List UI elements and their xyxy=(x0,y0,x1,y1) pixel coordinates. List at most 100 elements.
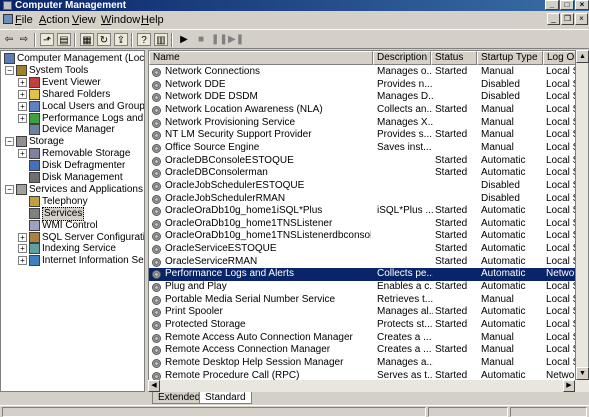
child-close-button[interactable]: × xyxy=(575,13,588,25)
properties-icon[interactable]: ▦ xyxy=(80,33,94,46)
table-row[interactable]: Network Location Awareness (NLA) Collects… xyxy=(149,104,588,117)
iis-icon xyxy=(29,255,40,267)
table-row[interactable]: OracleJobSchedulerRMAN Disabled Local Sys xyxy=(149,193,588,206)
menu-accelerator: H xyxy=(141,14,149,26)
status-pane xyxy=(510,407,587,417)
column-header-startup-type[interactable]: Startup Type xyxy=(477,51,543,65)
child-minimize-button[interactable]: _ xyxy=(547,13,560,25)
table-row[interactable]: Plug and Play Enables a c... Started Automa… xyxy=(149,281,588,294)
title-bar[interactable]: Computer Management _ □ × xyxy=(0,0,589,11)
expand-icon[interactable]: + xyxy=(18,256,27,266)
table-row[interactable]: OracleServiceESTOQUE Started Automatic Loca… xyxy=(149,243,588,256)
menu-action[interactable]: Action xyxy=(39,14,70,26)
menu-help[interactable]: Help xyxy=(141,14,164,26)
table-row[interactable]: OracleServiceRMAN Started Automatic Local S… xyxy=(149,256,588,269)
tree-item-services[interactable]: Services xyxy=(1,206,144,221)
expand-icon[interactable]: + xyxy=(18,113,27,123)
tree-item-shared-folders[interactable]: + Shared Folders xyxy=(1,88,144,101)
status-bar xyxy=(0,405,589,417)
service-gear-icon xyxy=(152,283,161,293)
tree-item-internet-information-service[interactable]: + Internet Information Service xyxy=(1,255,144,267)
horizontal-scrollbar[interactable]: ◀ ▶ xyxy=(148,380,589,392)
table-row[interactable]: OracleJobSchedulerESTOQUE Disabled Local S… xyxy=(149,180,588,193)
expand-icon[interactable]: + xyxy=(18,232,27,242)
help-icon[interactable]: ? xyxy=(137,33,151,46)
view-icon[interactable]: ▥ xyxy=(154,33,168,46)
tree-item-event-viewer[interactable]: + Event Viewer xyxy=(1,76,144,89)
tree-item-disk-defragmenter[interactable]: Disk Defragmenter xyxy=(1,160,144,172)
collapse-icon[interactable]: − xyxy=(5,137,14,147)
tree-item-label: Device Manager xyxy=(42,124,115,136)
scroll-right-arrow-icon[interactable]: ▶ xyxy=(563,380,575,392)
table-row[interactable]: Network DDE DSDM Manages D... Disabled Loca… xyxy=(149,91,588,104)
table-row[interactable]: OracleDBConsoleESTOQUE Started Automatic Lo… xyxy=(149,155,588,168)
tree-item-local-users-and-groups[interactable]: + Local Users and Groups xyxy=(1,100,144,113)
scroll-left-arrow-icon[interactable]: ◀ xyxy=(148,380,160,392)
stop-service-icon[interactable]: ■ xyxy=(194,33,208,46)
pause-service-icon[interactable]: ❚❚ xyxy=(211,33,228,46)
window-title: Computer Management xyxy=(15,0,127,11)
tree-item-label: SQL Server Configuration M xyxy=(42,231,145,243)
tree-item-performance-logs-and-alerts[interactable]: + Performance Logs and Alerts xyxy=(1,112,144,125)
column-header-name[interactable]: Name xyxy=(149,51,373,65)
expand-icon[interactable]: + xyxy=(18,77,27,87)
tree-item-sql-server-configuration-m[interactable]: + SQL Server Configuration M xyxy=(1,231,145,244)
table-row[interactable]: OracleOraDb10g_home1iSQL*Plus iSQL*Plus .… xyxy=(149,205,588,218)
expand-icon[interactable]: + xyxy=(18,101,27,111)
tree-item-disk-management[interactable]: Disk Management xyxy=(1,172,144,184)
table-row[interactable]: Performance Logs and Alerts Collects pe..… xyxy=(149,268,588,281)
tree-item-device-manager[interactable]: Device Manager xyxy=(1,124,144,136)
vertical-scrollbar[interactable]: ▲ ▼ xyxy=(575,50,589,380)
service-startup-type: Manual xyxy=(481,331,514,343)
maximize-window-button[interactable]: □ xyxy=(560,0,574,10)
table-row[interactable]: NT LM Security Support Provider Provides … xyxy=(149,129,588,142)
table-row[interactable]: Network Connections Manages o... Started Ma… xyxy=(149,66,588,79)
scroll-up-arrow-icon[interactable]: ▲ xyxy=(576,50,589,63)
tree-item-system-tools[interactable]: − System Tools xyxy=(1,64,144,77)
table-row[interactable]: Remote Access Connection Manager Creates … xyxy=(149,344,588,357)
minimize-window-button[interactable]: _ xyxy=(545,0,559,10)
column-header-description[interactable]: Description xyxy=(373,51,431,65)
start-service-icon[interactable]: ▶ xyxy=(177,33,191,46)
table-row[interactable]: OracleOraDb10g_home1TNSListener Started Au… xyxy=(149,218,588,231)
menu-view[interactable]: View xyxy=(72,14,96,26)
tree-item-services-and-applications[interactable]: − Services and Applications xyxy=(1,183,144,196)
table-row[interactable]: Network Provisioning Service Manages X...… xyxy=(149,117,588,130)
collapse-icon[interactable]: − xyxy=(5,65,14,75)
menu-file[interactable]: File xyxy=(15,14,33,26)
table-row[interactable]: Remote Access Auto Connection Manager Cre… xyxy=(149,331,588,345)
menu-bar: File Action View Window Help _ ❐ × xyxy=(0,11,589,29)
up-level-icon[interactable]: ⬏ xyxy=(40,33,54,46)
tab-standard[interactable]: Standard xyxy=(199,392,252,404)
collapse-icon[interactable]: − xyxy=(5,184,14,194)
table-row[interactable]: Network DDE Provides n... Disabled Local Sy… xyxy=(149,79,588,92)
forward-arrow-icon[interactable]: ⇨ xyxy=(17,33,31,46)
table-row[interactable]: OracleDBConsolerman Started Automatic Local… xyxy=(149,167,588,180)
show-hide-tree-icon[interactable]: ▤ xyxy=(57,33,71,46)
tree-item-computer-management-local[interactable]: Computer Management (Local) xyxy=(1,53,144,65)
back-arrow-icon[interactable]: ⇦ xyxy=(2,33,16,46)
scroll-down-arrow-icon[interactable]: ▼ xyxy=(576,367,589,380)
table-row[interactable]: Portable Media Serial Number Service Retr… xyxy=(149,294,588,307)
expand-icon[interactable]: + xyxy=(18,149,27,159)
table-row[interactable]: OracleOraDb10g_home1TNSListenerdbconsole… xyxy=(149,230,588,243)
tree-item-indexing-service[interactable]: + Indexing Service xyxy=(1,243,144,255)
restart-service-icon[interactable]: ▶❚ xyxy=(228,33,244,46)
child-restore-button[interactable]: ❐ xyxy=(561,13,574,25)
mmc-child-icon[interactable] xyxy=(3,14,13,24)
table-row[interactable]: Protected Storage Protects st... Started Au… xyxy=(149,319,588,332)
expand-icon[interactable]: + xyxy=(18,89,27,99)
export-list-icon[interactable]: ⇪ xyxy=(114,33,128,46)
table-row[interactable]: Print Spooler Manages al... Started Automat… xyxy=(149,306,588,319)
table-row[interactable]: Remote Desktop Help Session Manager Manag… xyxy=(149,357,588,370)
table-row[interactable]: Office Source Engine Saves inst... Manual L… xyxy=(149,142,588,155)
column-header-status[interactable]: Status xyxy=(431,51,477,65)
close-window-button[interactable]: × xyxy=(575,0,589,10)
service-gear-icon xyxy=(152,346,161,356)
menu-window[interactable]: Window xyxy=(101,14,140,26)
tree-item-storage[interactable]: − Storage xyxy=(1,136,144,148)
expand-icon[interactable]: + xyxy=(18,244,27,254)
tree-item-removable-storage[interactable]: + Removable Storage xyxy=(1,148,144,160)
refresh-icon[interactable]: ↻ xyxy=(97,33,111,46)
tree-item-wmi-control[interactable]: WMI Control xyxy=(1,219,144,232)
